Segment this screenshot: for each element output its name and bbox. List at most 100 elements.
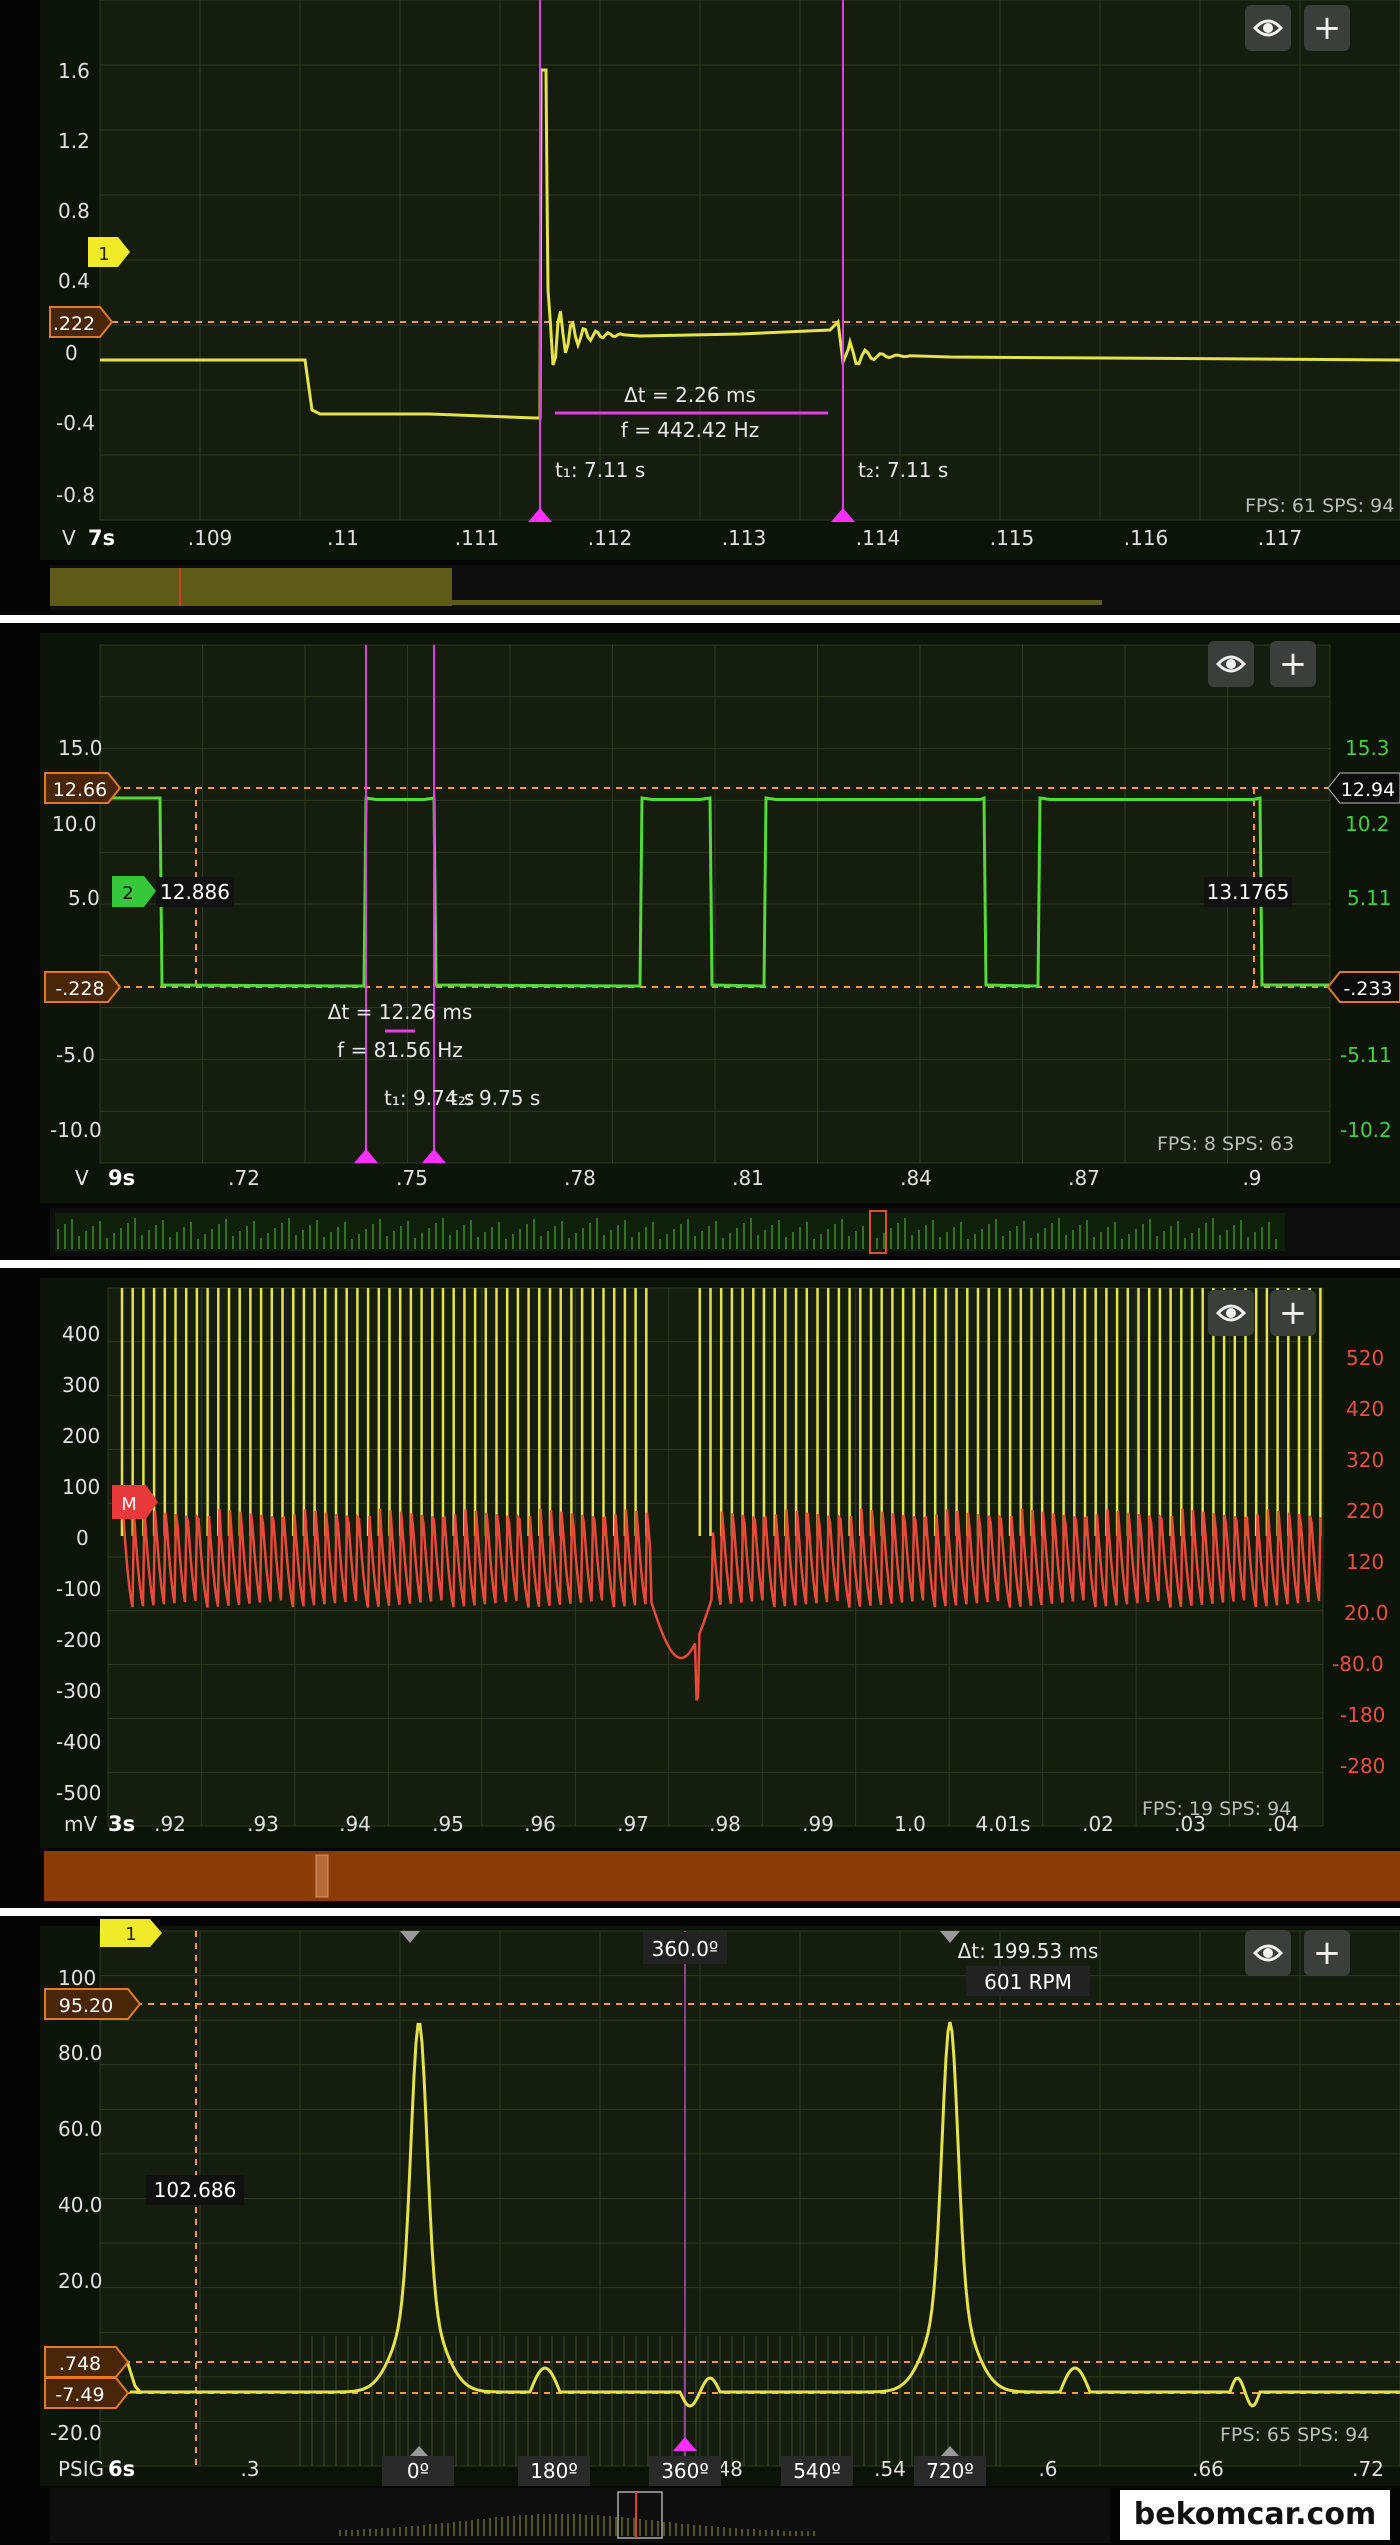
add-button[interactable]: + <box>1270 641 1316 687</box>
unit-label: V <box>75 1166 89 1190</box>
overview-trace <box>452 600 1102 605</box>
level-value: .222 <box>53 313 95 335</box>
panel-separator <box>0 1260 1400 1268</box>
axis-tick-label: 120 <box>1346 1550 1384 1574</box>
overview-window[interactable] <box>50 568 452 606</box>
axis-tick-label: 520 <box>1346 1346 1384 1370</box>
waveform-chart-1[interactable]: Δt = 2.26 ms f = 442.42 Hz t₁: 7.11 s t₂… <box>0 0 1400 615</box>
axis-tick-label: .92 <box>154 1812 186 1836</box>
axis-tick-label: 0 <box>65 341 78 365</box>
axis-tick-label: .54 <box>874 2457 906 2481</box>
eye-icon <box>1215 1304 1247 1322</box>
axis-tick-label: .114 <box>856 526 901 550</box>
visibility-button[interactable] <box>1208 1290 1254 1336</box>
axis-tick-label: .96 <box>524 1812 556 1836</box>
degree-label: 720º <box>926 2459 974 2483</box>
visibility-button[interactable] <box>1245 1930 1291 1976</box>
degree-label: 360º <box>661 2459 709 2483</box>
level-value-low-right: -.233 <box>1343 978 1392 1000</box>
eye-icon <box>1215 655 1247 673</box>
axis-tick-label: 420 <box>1346 1397 1384 1421</box>
waveform-chart-4[interactable]: 360.0º Δt: 199.53 ms 601 RPM 102.686 100… <box>0 1916 1400 2545</box>
plus-icon: + <box>1278 1293 1308 1333</box>
waveform-chart-2[interactable]: Δt = 12.26 ms f = 81.56 Hz t₁: 9.74 s t₂… <box>0 623 1400 1260</box>
degree-label: 540º <box>793 2459 841 2483</box>
axis-tick-label: .75 <box>396 1166 428 1190</box>
axis-tick-label: .111 <box>455 526 500 550</box>
axis-tick-label: 15.3 <box>1345 736 1390 760</box>
t2-readout: t₂: 7.11 s <box>858 458 948 482</box>
fps-readout: FPS: 8 SPS: 63 <box>1157 1133 1295 1155</box>
plus-icon: + <box>1278 644 1308 684</box>
axis-tick-label: .113 <box>722 526 767 550</box>
axis-tick-label: .02 <box>1082 1812 1114 1836</box>
overview-window[interactable] <box>315 1854 329 1898</box>
axis-tick-label: .94 <box>339 1812 371 1836</box>
axis-tick-label: 0.8 <box>58 199 90 223</box>
level-value-high: .748 <box>59 2353 101 2375</box>
delta-readout: Δt = 12.26 ms <box>328 1000 473 1024</box>
axis-tick-label: 100 <box>58 1966 96 1990</box>
add-button[interactable]: + <box>1304 5 1350 51</box>
level-value-low-left: -.228 <box>55 978 104 1000</box>
axis-tick-label: -5.11 <box>1340 1043 1392 1067</box>
overview-strip[interactable] <box>44 1851 1400 1901</box>
channel-2-badge-label: 2 <box>122 883 133 904</box>
scope-panel-3[interactable]: 400 300 200 100 0 -100 -200 -300 -400 -500 520 420… <box>0 1268 1400 1908</box>
level-value-low: -7.49 <box>55 2384 104 2406</box>
axis-tick-label: 20.0 <box>58 2269 103 2293</box>
level-value-peak: 95.20 <box>59 1995 113 2017</box>
visibility-button[interactable] <box>1208 641 1254 687</box>
axis-tick-label: .95 <box>432 1812 464 1836</box>
axis-tick-label: -200 <box>56 1628 101 1652</box>
add-button[interactable]: + <box>1270 1290 1316 1336</box>
axis-tick-label: 0.4 <box>58 269 90 293</box>
scope-panel-2[interactable]: Δt = 12.26 ms f = 81.56 Hz t₁: 9.74 s t₂… <box>0 623 1400 1260</box>
axis-tick-label: -400 <box>56 1730 101 1754</box>
time-label: 3s <box>108 1812 135 1836</box>
plus-icon: + <box>1312 8 1342 48</box>
axis-tick-label: 15.0 <box>58 736 103 760</box>
unit-label: PSIG <box>58 2457 104 2481</box>
axis-tick-label: .84 <box>900 1166 932 1190</box>
top-degree-text: 360.0º <box>652 1937 719 1961</box>
scope-panel-1[interactable]: Δt = 2.26 ms f = 442.42 Hz t₁: 7.11 s t₂… <box>0 0 1400 615</box>
degree-label: 180º <box>530 2459 578 2483</box>
axis-tick-label: 4.01s <box>976 1812 1031 1836</box>
add-button[interactable]: + <box>1304 1930 1350 1976</box>
degree-label: 0º <box>407 2459 429 2483</box>
axis-tick-label: 220 <box>1346 1499 1384 1523</box>
axis-tick-label: 60.0 <box>58 2117 103 2141</box>
axis-tick-label: .93 <box>247 1812 279 1836</box>
axis-tick-label: -20.0 <box>50 2421 102 2445</box>
axis-tick-label: -5.0 <box>56 1043 95 1067</box>
axis-tick-label: 80.0 <box>58 2041 103 2065</box>
axis-tick-label: 200 <box>62 1424 100 1448</box>
axis-tick-label: 10.0 <box>52 812 97 836</box>
axis-tick-label: -80.0 <box>1332 1652 1384 1676</box>
axis-tick-label: .99 <box>802 1812 834 1836</box>
fps-readout: FPS: 61 SPS: 94 <box>1245 495 1395 517</box>
axis-tick-label: .11 <box>327 526 359 550</box>
plus-icon: + <box>1312 1933 1342 1973</box>
axis-tick-label: 10.2 <box>1345 812 1390 836</box>
axis-tick-label: 0 <box>76 1526 89 1550</box>
level-value-high-right: 12.94 <box>1341 779 1395 801</box>
visibility-button[interactable] <box>1245 5 1291 51</box>
axis-tick-label: .109 <box>188 526 233 550</box>
axis-tick-label: -280 <box>1340 1754 1385 1778</box>
fps-readout: FPS: 65 SPS: 94 <box>1220 2424 1370 2446</box>
channel-1-badge-label: 1 <box>125 1924 136 1945</box>
axis-tick-label: 100 <box>62 1475 100 1499</box>
axis-tick-label: -10.2 <box>1340 1118 1392 1142</box>
x-axis-labels: .109 .11 .111 .112 .113 .114 .115 .116 .117 <box>188 526 1303 550</box>
eye-icon <box>1252 19 1284 37</box>
scope-panel-4[interactable]: 360.0º Δt: 199.53 ms 601 RPM 102.686 100… <box>0 1916 1400 2545</box>
t2-readout: t₂: 9.75 s <box>450 1086 540 1110</box>
time-label: 9s <box>108 1166 135 1190</box>
value-box-right-text: 13.1765 <box>1207 880 1290 904</box>
axis-tick-label: -0.8 <box>56 483 95 507</box>
axis-tick-label: 320 <box>1346 1448 1384 1472</box>
t1-readout: t₁: 7.11 s <box>555 458 645 482</box>
fps-readout: FPS: 19 SPS: 94 <box>1142 1798 1292 1820</box>
